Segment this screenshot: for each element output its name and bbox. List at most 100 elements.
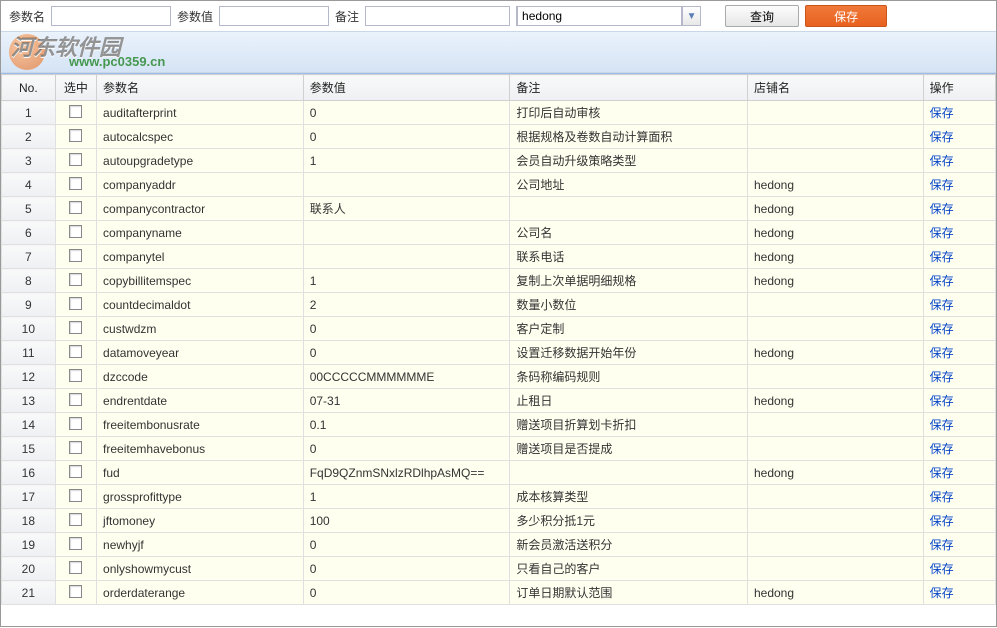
table-row[interactable]: 19newhyjf0新会员激活送积分保存 <box>2 533 996 557</box>
row-save-link[interactable]: 保存 <box>930 298 954 312</box>
row-remark: 订单日期默认范围 <box>510 581 748 605</box>
row-checkbox[interactable] <box>69 201 82 214</box>
table-row[interactable]: 6companyname公司名hedong保存 <box>2 221 996 245</box>
row-param-value: 0 <box>303 317 510 341</box>
table-row[interactable]: 13endrentdate07-31止租日hedong保存 <box>2 389 996 413</box>
col-name[interactable]: 参数名 <box>97 75 304 101</box>
row-save-link[interactable]: 保存 <box>930 586 954 600</box>
row-param-name: companyaddr <box>97 173 304 197</box>
chevron-down-icon[interactable]: ▼ <box>682 7 700 25</box>
remark-input[interactable] <box>365 6 510 26</box>
row-checkbox[interactable] <box>69 393 82 406</box>
row-param-value: 2 <box>303 293 510 317</box>
col-no[interactable]: No. <box>2 75 56 101</box>
row-op-cell: 保存 <box>923 389 995 413</box>
row-no: 8 <box>2 269 56 293</box>
row-checkbox[interactable] <box>69 129 82 142</box>
table-row[interactable]: 18jftomoney100多少积分抵1元保存 <box>2 509 996 533</box>
remark-label: 备注 <box>335 8 359 25</box>
row-save-link[interactable]: 保存 <box>930 274 954 288</box>
row-checkbox[interactable] <box>69 537 82 550</box>
table-row[interactable]: 8copybillitemspec1复制上次单据明细规格hedong保存 <box>2 269 996 293</box>
row-save-link[interactable]: 保存 <box>930 130 954 144</box>
table-row[interactable]: 17grossprofittype1成本核算类型保存 <box>2 485 996 509</box>
row-checkbox[interactable] <box>69 321 82 334</box>
table-row[interactable]: 10custwdzm0客户定制保存 <box>2 317 996 341</box>
row-no: 7 <box>2 245 56 269</box>
row-no: 16 <box>2 461 56 485</box>
table-row[interactable]: 5companycontractor联系人hedong保存 <box>2 197 996 221</box>
row-checkbox[interactable] <box>69 225 82 238</box>
row-save-link[interactable]: 保存 <box>930 538 954 552</box>
table-scroll[interactable]: No. 选中 参数名 参数值 备注 店铺名 操作 1auditafterprin… <box>1 73 996 628</box>
params-table: No. 选中 参数名 参数值 备注 店铺名 操作 1auditafterprin… <box>1 74 996 605</box>
table-row[interactable]: 12dzccode00CCCCCMMMMMME条码称编码规则保存 <box>2 365 996 389</box>
row-save-link[interactable]: 保存 <box>930 514 954 528</box>
table-row[interactable]: 14freeitembonusrate0.1赠送项目折算划卡折扣保存 <box>2 413 996 437</box>
row-checkbox[interactable] <box>69 345 82 358</box>
table-row[interactable]: 4companyaddr公司地址hedong保存 <box>2 173 996 197</box>
row-save-link[interactable]: 保存 <box>930 562 954 576</box>
row-checkbox[interactable] <box>69 441 82 454</box>
table-row[interactable]: 7companytel联系电话hedong保存 <box>2 245 996 269</box>
table-row[interactable]: 3autoupgradetype1会员自动升级策略类型保存 <box>2 149 996 173</box>
col-sel[interactable]: 选中 <box>55 75 96 101</box>
row-save-link[interactable]: 保存 <box>930 442 954 456</box>
row-save-link[interactable]: 保存 <box>930 394 954 408</box>
table-row[interactable]: 21orderdaterange0订单日期默认范围hedong保存 <box>2 581 996 605</box>
row-save-link[interactable]: 保存 <box>930 418 954 432</box>
save-button[interactable]: 保存 <box>805 5 887 27</box>
row-checkbox[interactable] <box>69 561 82 574</box>
table-row[interactable]: 15freeitemhavebonus0赠送项目是否提成保存 <box>2 437 996 461</box>
col-value[interactable]: 参数值 <box>303 75 510 101</box>
row-no: 2 <box>2 125 56 149</box>
row-save-link[interactable]: 保存 <box>930 466 954 480</box>
param-name-input[interactable] <box>51 6 171 26</box>
row-checkbox[interactable] <box>69 177 82 190</box>
row-op-cell: 保存 <box>923 437 995 461</box>
row-checkbox[interactable] <box>69 585 82 598</box>
store-input[interactable] <box>517 6 682 26</box>
table-row[interactable]: 1auditafterprint0打印后自动审核保存 <box>2 101 996 125</box>
row-save-link[interactable]: 保存 <box>930 202 954 216</box>
row-checkbox[interactable] <box>69 105 82 118</box>
store-combo[interactable]: ▼ <box>516 6 701 26</box>
row-checkbox[interactable] <box>69 249 82 262</box>
col-store[interactable]: 店铺名 <box>747 75 923 101</box>
row-checkbox[interactable] <box>69 369 82 382</box>
table-row[interactable]: 20onlyshowmycust0只看自己的客户保存 <box>2 557 996 581</box>
row-save-link[interactable]: 保存 <box>930 106 954 120</box>
row-op-cell: 保存 <box>923 293 995 317</box>
col-op[interactable]: 操作 <box>923 75 995 101</box>
table-row[interactable]: 2autocalcspec0根据规格及卷数自动计算面积保存 <box>2 125 996 149</box>
query-button[interactable]: 查询 <box>725 5 799 27</box>
row-save-link[interactable]: 保存 <box>930 226 954 240</box>
table-row[interactable]: 11datamoveyear0设置迁移数据开始年份hedong保存 <box>2 341 996 365</box>
row-save-link[interactable]: 保存 <box>930 178 954 192</box>
col-remark[interactable]: 备注 <box>510 75 748 101</box>
row-checkbox[interactable] <box>69 489 82 502</box>
row-checkbox[interactable] <box>69 417 82 430</box>
row-op-cell: 保存 <box>923 197 995 221</box>
row-param-name: companyname <box>97 221 304 245</box>
row-checkbox[interactable] <box>69 273 82 286</box>
table-row[interactable]: 9countdecimaldot2数量小数位保存 <box>2 293 996 317</box>
row-remark: 会员自动升级策略类型 <box>510 149 748 173</box>
row-checkbox[interactable] <box>69 297 82 310</box>
row-save-link[interactable]: 保存 <box>930 154 954 168</box>
row-save-link[interactable]: 保存 <box>930 346 954 360</box>
row-checkbox[interactable] <box>69 153 82 166</box>
row-remark: 止租日 <box>510 389 748 413</box>
row-save-link[interactable]: 保存 <box>930 490 954 504</box>
row-checkbox[interactable] <box>69 465 82 478</box>
row-checkbox-cell <box>55 509 96 533</box>
row-save-link[interactable]: 保存 <box>930 370 954 384</box>
row-save-link[interactable]: 保存 <box>930 250 954 264</box>
watermark-band: 河东软件园 www.pc0359.cn <box>1 31 996 73</box>
row-param-name: countdecimaldot <box>97 293 304 317</box>
row-checkbox[interactable] <box>69 513 82 526</box>
table-row[interactable]: 16fudFqD9QZnmSNxlzRDlhpAsMQ==hedong保存 <box>2 461 996 485</box>
row-remark: 联系电话 <box>510 245 748 269</box>
row-save-link[interactable]: 保存 <box>930 322 954 336</box>
param-value-input[interactable] <box>219 6 329 26</box>
